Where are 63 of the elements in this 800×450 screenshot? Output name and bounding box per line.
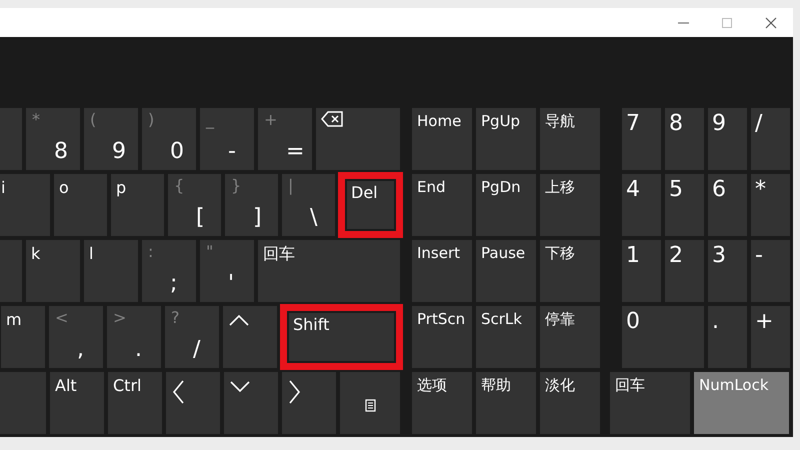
keyboard-key[interactable]: 5 <box>665 174 704 236</box>
keyboard-key[interactable]: " ' <box>200 240 254 302</box>
keyboard-key[interactable] <box>340 372 400 434</box>
keyboard-key[interactable]: Shift <box>280 304 403 370</box>
keyboard-key[interactable]: 8 <box>665 108 704 170</box>
keyboard-key[interactable]: 停靠 <box>540 306 600 368</box>
minimize-icon <box>678 22 688 24</box>
keyboard-key[interactable]: : ; <box>142 240 196 302</box>
keyboard-key[interactable]: - <box>751 240 790 302</box>
keyboard-key[interactable]: Alt <box>50 372 104 434</box>
keyboard-key[interactable]: o <box>54 174 107 236</box>
keyboard-key[interactable]: 0 <box>622 306 704 368</box>
keyboard-key[interactable]: p <box>111 174 164 236</box>
keyboard-key[interactable]: PrtScn <box>412 306 472 368</box>
keyboard-key[interactable]: 1 <box>622 240 661 302</box>
keyboard-key[interactable]: ? / <box>165 306 219 368</box>
keyboard-key[interactable]: NumLock <box>694 372 789 434</box>
keyboard-key[interactable]: 下移 <box>540 240 600 302</box>
keyboard-key[interactable]: 选项 <box>412 372 472 434</box>
keyboard-key[interactable]: + <box>751 306 790 368</box>
keyboard-key[interactable]: / <box>751 108 790 170</box>
keyboard-key[interactable]: * <box>751 174 790 236</box>
keyboard-key[interactable]: i <box>0 174 50 236</box>
keyboard-key[interactable]: * 8 <box>26 108 80 170</box>
keyboard-key[interactable]: PgDn <box>476 174 536 236</box>
keyboard-key[interactable]: { [ <box>168 174 221 236</box>
maximize-icon <box>721 16 733 28</box>
keyboard-key[interactable]: 回车 <box>610 372 690 434</box>
keyboard-key[interactable]: > . <box>107 306 161 368</box>
close-icon <box>765 16 777 28</box>
keyboard-key[interactable]: PgUp <box>476 108 536 170</box>
backspace-icon <box>321 111 343 127</box>
keyboard-key[interactable]: 上移 <box>540 174 600 236</box>
keyboard-key[interactable]: 4 <box>622 174 661 236</box>
keyboard-key[interactable]: ( 9 <box>84 108 138 170</box>
keyboard-key[interactable]: Ctrl <box>108 372 162 434</box>
keyboard-key[interactable]: | \ <box>282 174 335 236</box>
keyboard-key[interactable]: 回车 <box>258 240 400 302</box>
menu-icon <box>365 399 376 412</box>
keyboard-key[interactable]: 9 <box>708 108 747 170</box>
keyboard-key[interactable]: + = <box>258 108 312 170</box>
keyboard-key[interactable]: 6 <box>708 174 747 236</box>
keyboard-key[interactable]: ScrLk <box>476 306 536 368</box>
keyboard-key[interactable]: m <box>1 306 45 368</box>
keyboard-key[interactable]: . <box>708 306 747 368</box>
keyboard-key[interactable]: Pause <box>476 240 536 302</box>
keyboard-key[interactable]: < , <box>49 306 103 368</box>
keyboard-key[interactable]: l <box>84 240 138 302</box>
keyboard-key[interactable]: 7 <box>622 108 661 170</box>
keyboard-key[interactable]: Insert <box>412 240 472 302</box>
keyboard-key[interactable]: ) 0 <box>142 108 196 170</box>
keyboard-key[interactable]: 2 <box>665 240 704 302</box>
keyboard-key[interactable]: 3 <box>708 240 747 302</box>
keyboard-key[interactable]: 导航 <box>540 108 600 170</box>
keyboard-key[interactable] <box>316 108 400 170</box>
keyboard-key[interactable]: End <box>412 174 472 236</box>
keyboard-key[interactable]: k <box>26 240 80 302</box>
keyboard-key[interactable]: } ] <box>225 174 278 236</box>
keyboard-key[interactable]: 淡化 <box>540 372 600 434</box>
keyboard-key[interactable]: _ - <box>200 108 254 170</box>
keyboard-key[interactable]: Del <box>338 172 403 238</box>
keyboard-key[interactable]: 帮助 <box>476 372 536 434</box>
keyboard-key[interactable]: Home <box>412 108 472 170</box>
